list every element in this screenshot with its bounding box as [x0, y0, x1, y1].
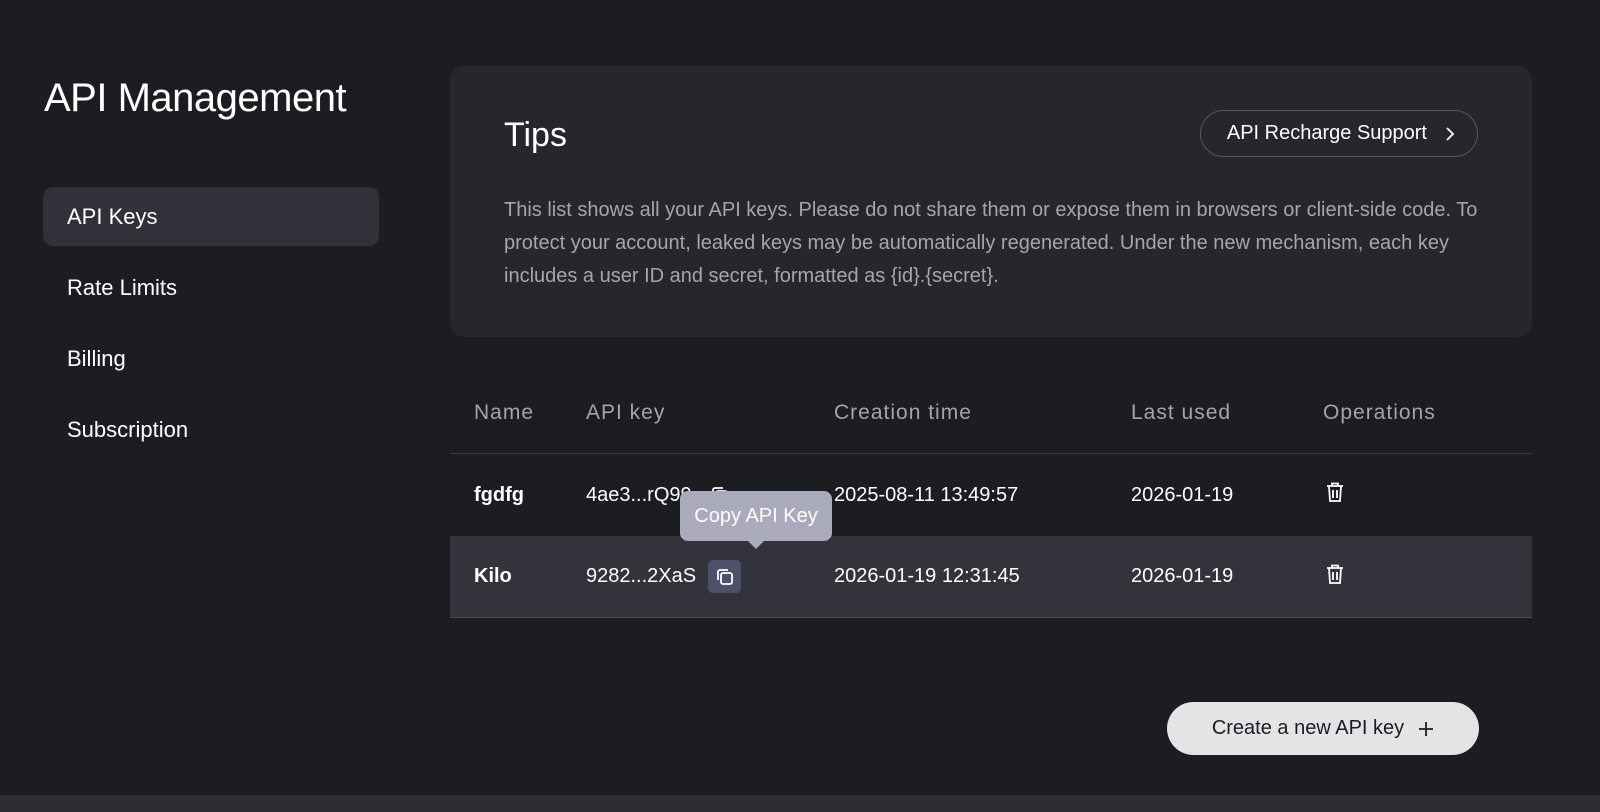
window-bottom-edge: [0, 795, 1600, 812]
api-recharge-support-button[interactable]: API Recharge Support: [1199, 110, 1478, 157]
key-name: fgdfg: [474, 483, 524, 506]
sidebar-item-rate-limits[interactable]: Rate Limits: [43, 258, 379, 317]
trash-icon[interactable]: [1323, 480, 1347, 504]
sidebar-nav: API Keys Rate Limits Billing Subscriptio…: [43, 187, 379, 471]
api-keys-table: Name API key Creation time Last used Ope…: [450, 372, 1532, 618]
plus-icon: [1419, 721, 1434, 736]
table-row: fgdfg 4ae3...rQ99 2025-08-11 13:49:57 20…: [450, 454, 1532, 536]
header-creation-time: Creation time: [834, 400, 972, 424]
create-api-key-button[interactable]: Create a new API key: [1167, 702, 1479, 755]
tips-card: Tips API Recharge Support This list show…: [450, 66, 1532, 337]
sidebar-item-api-keys[interactable]: API Keys: [43, 187, 379, 246]
creation-time: 2026-01-19 12:31:45: [834, 565, 1020, 587]
chevron-right-icon: [1446, 126, 1455, 141]
last-used: 2026-01-19: [1131, 565, 1234, 587]
api-key-value: 4ae3...rQ99: [586, 483, 692, 506]
creation-time: 2025-08-11 13:49:57: [834, 483, 1019, 506]
key-name: Kilo: [474, 565, 512, 587]
table-header: Name API key Creation time Last used Ope…: [450, 372, 1532, 454]
sidebar-item-billing[interactable]: Billing: [43, 329, 379, 388]
sidebar-item-subscription[interactable]: Subscription: [43, 400, 379, 459]
header-name: Name: [474, 400, 535, 424]
header-operations: Operations: [1323, 400, 1436, 424]
copy-icon[interactable]: [708, 560, 742, 593]
header-last-used: Last used: [1131, 400, 1232, 424]
header-api-key: API key: [586, 400, 666, 424]
tips-text: This list shows all your API keys. Pleas…: [504, 199, 1478, 287]
last-used: 2026-01-19: [1131, 483, 1234, 506]
page-title: API Management: [44, 76, 347, 120]
tips-title: Tips: [504, 116, 567, 154]
trash-icon[interactable]: [1323, 562, 1347, 586]
recharge-label: API Recharge Support: [1226, 122, 1427, 144]
create-label: Create a new API key: [1211, 717, 1405, 739]
copy-tooltip: Copy API Key: [680, 491, 832, 549]
api-key-value: 9282...2XaS: [586, 565, 697, 587]
table-row: Kilo 9282...2XaS 2026-01-19 12:31:45 202…: [450, 536, 1532, 618]
